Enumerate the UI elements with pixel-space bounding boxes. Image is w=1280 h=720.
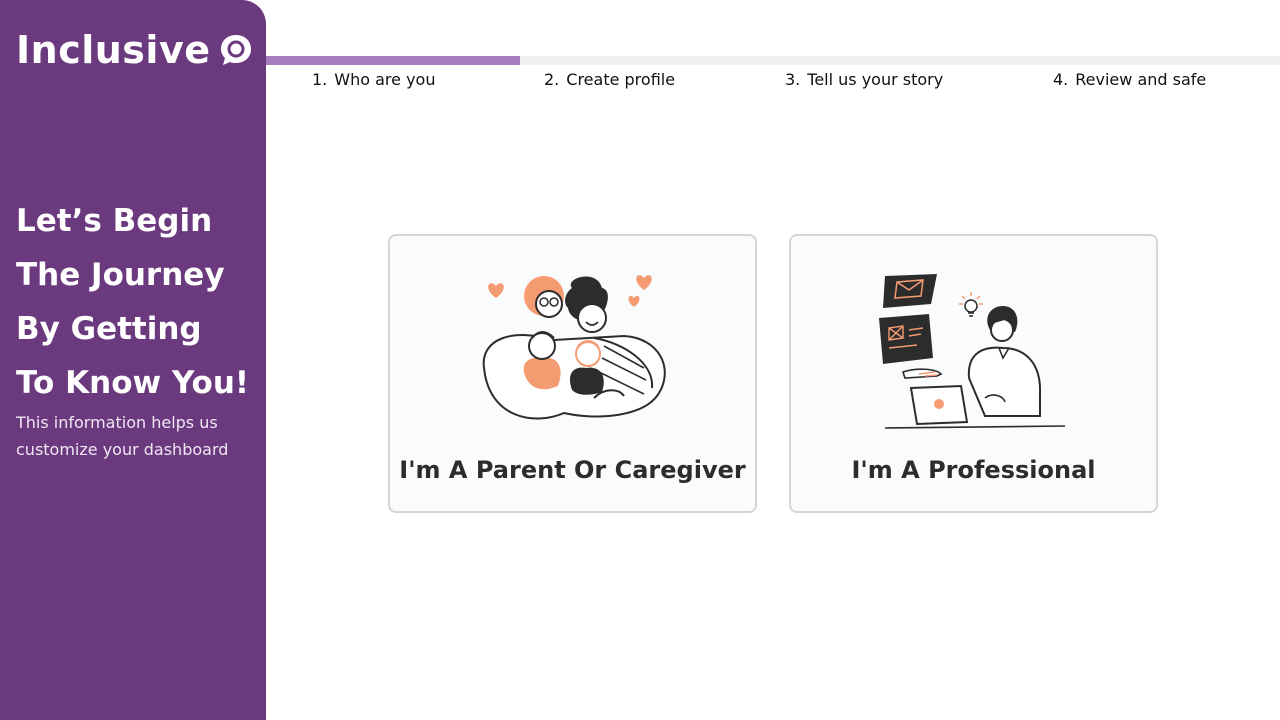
- option-label: I'm A Parent Or Caregiver: [399, 456, 746, 484]
- step-number: 4.: [1053, 70, 1069, 89]
- sidebar: Inclusive Let’s Begin The Journey By Get…: [0, 0, 266, 720]
- subtext-line: This information helps us: [16, 413, 218, 432]
- step-number: 3.: [785, 70, 801, 89]
- step-label: Who are you: [334, 70, 436, 89]
- option-label: I'm A Professional: [851, 456, 1096, 484]
- brand-logo[interactable]: Inclusive: [16, 28, 254, 72]
- parent-caregiver-option[interactable]: I'm A Parent Or Caregiver: [388, 234, 757, 513]
- step-tell-your-story[interactable]: 3. Tell us your story: [785, 70, 943, 89]
- step-label: Review and safe: [1075, 70, 1207, 89]
- headline-line: To Know You!: [16, 365, 250, 401]
- headline-line: By Getting: [16, 311, 202, 347]
- family-illustration-icon: [482, 275, 666, 420]
- professional-laptop-illustration-icon: [879, 274, 1066, 429]
- headline-line: The Journey: [16, 257, 225, 293]
- step-number: 2.: [544, 70, 560, 89]
- step-label: Create profile: [566, 70, 676, 89]
- intro-subtext: This information helps us customize your…: [16, 409, 256, 463]
- brand-name: Inclusive: [16, 28, 211, 72]
- chat-bubble-icon: [221, 35, 252, 65]
- step-label: Tell us your story: [807, 70, 944, 89]
- headline-line: Let’s Begin: [16, 203, 213, 239]
- step-number: 1.: [312, 70, 328, 89]
- progress-bar: [266, 56, 1280, 65]
- subtext-line: customize your dashboard: [16, 440, 229, 459]
- step-indicator: 1. Who are you 2. Create profile 3. Tell us…: [266, 70, 1280, 92]
- progress-fill: [266, 56, 520, 65]
- step-create-profile[interactable]: 2. Create profile: [544, 70, 675, 89]
- professional-option[interactable]: I'm A Professional: [789, 234, 1158, 513]
- intro-headline: Let’s Begin The Journey By Getting To Kn…: [16, 194, 256, 410]
- step-review[interactable]: 4. Review and safe: [1053, 70, 1206, 89]
- step-who-are-you[interactable]: 1. Who are you: [312, 70, 435, 89]
